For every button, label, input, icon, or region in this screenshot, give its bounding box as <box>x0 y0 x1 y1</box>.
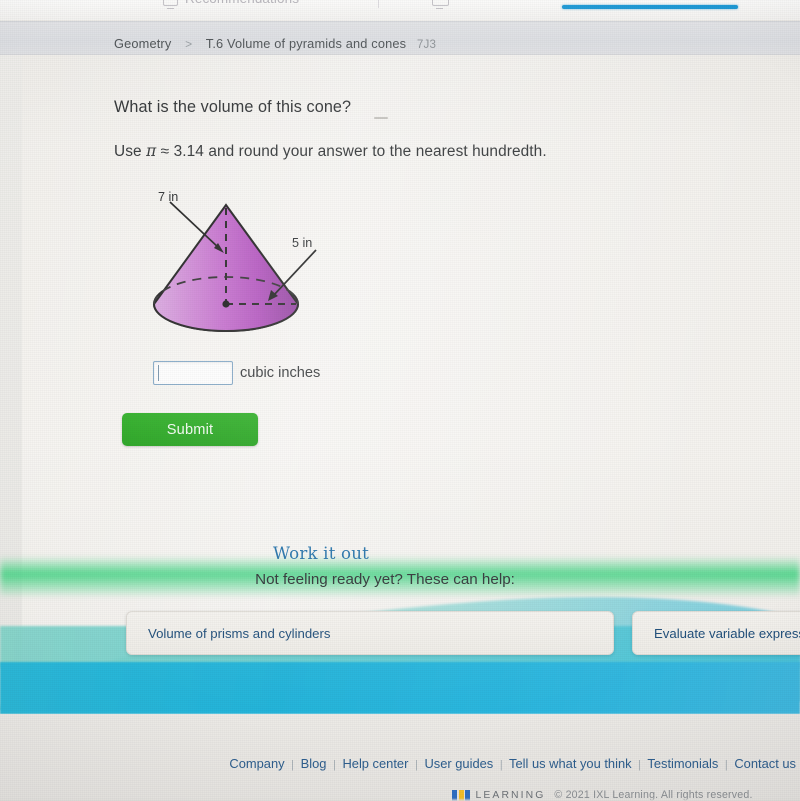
cone-center-point <box>222 300 230 308</box>
work-it-out-subtitle: Not feeling ready yet? These can help: <box>255 571 515 588</box>
footer-link-tell-us-what-you-think[interactable]: Tell us what you think <box>509 756 632 771</box>
diploma-icon[interactable] <box>432 0 449 9</box>
cone-height-label: 7 in <box>158 190 179 204</box>
footer-link-user-guides[interactable]: User guides <box>424 756 493 771</box>
footer-separator: | <box>638 759 642 771</box>
footer-separator: | <box>333 759 336 771</box>
footer-separator: | <box>291 759 295 771</box>
answer-input[interactable] <box>153 361 233 385</box>
text-cursor <box>158 365 160 381</box>
skill-card-evaluate-variable-expressions[interactable]: Evaluate variable expressions <box>632 611 800 655</box>
question-instruction: Use π ≈ 3.14 and round your answer to th… <box>114 142 547 161</box>
question-title: What is the volume of this cone? <box>114 98 352 116</box>
skill-card-volume-prisms-cylinders[interactable]: Volume of prisms and cylinders <box>126 611 614 655</box>
cone-diagram: 7 in 5 in <box>140 188 350 353</box>
pi-symbol: π <box>146 142 157 160</box>
nav-divider <box>378 0 379 8</box>
instruction-suffix: ≈ 3.14 and round your answer to the near… <box>160 143 547 160</box>
active-tab-underline <box>562 5 738 9</box>
breadcrumb-root[interactable]: Geometry <box>114 36 171 51</box>
radius-leader-line <box>272 249 317 297</box>
submit-button[interactable]: Submit <box>122 413 258 446</box>
footer-separator: | <box>499 759 503 771</box>
footer-link-testimonials[interactable]: Testimonials <box>647 756 718 771</box>
cone-svg <box>152 201 317 332</box>
footer-link-contact-us[interactable]: Contact us <box>734 756 796 771</box>
footer-link-help-center[interactable]: Help center <box>342 756 408 771</box>
skill-card-label: Evaluate variable expressions <box>654 625 800 641</box>
work-it-out-title: Work it out <box>273 544 369 563</box>
breadcrumb: Geometry > T.6 Volume of pyramids and co… <box>114 36 436 51</box>
ink-smudge <box>374 117 388 119</box>
footer-links: Company | Blog | Help center | User guid… <box>0 756 800 771</box>
top-navigation-bar: Recommendations <box>0 0 800 20</box>
cone-radius-label: 5 in <box>292 236 313 250</box>
breadcrumb-skill-code: 7J3 <box>416 38 437 51</box>
footer-separator: | <box>724 759 728 771</box>
monitor-icon <box>163 0 178 9</box>
footer-link-company[interactable]: Company <box>229 756 284 771</box>
skill-card-label: Volume of prisms and cylinders <box>148 625 331 641</box>
breadcrumb-separator-icon: > <box>185 37 193 51</box>
breadcrumb-current: T.6 Volume of pyramids and cones <box>205 36 407 51</box>
nav-item-recommendations[interactable]: Recommendations <box>185 0 299 6</box>
footer-link-blog[interactable]: Blog <box>301 756 327 771</box>
screenshot-root: Recommendations Geometry > T.6 Volume of… <box>0 0 800 801</box>
answer-units-label: cubic inches <box>240 365 321 381</box>
instruction-prefix: Use <box>114 143 142 160</box>
cyan-band <box>0 662 800 714</box>
footer-separator: | <box>414 759 418 771</box>
